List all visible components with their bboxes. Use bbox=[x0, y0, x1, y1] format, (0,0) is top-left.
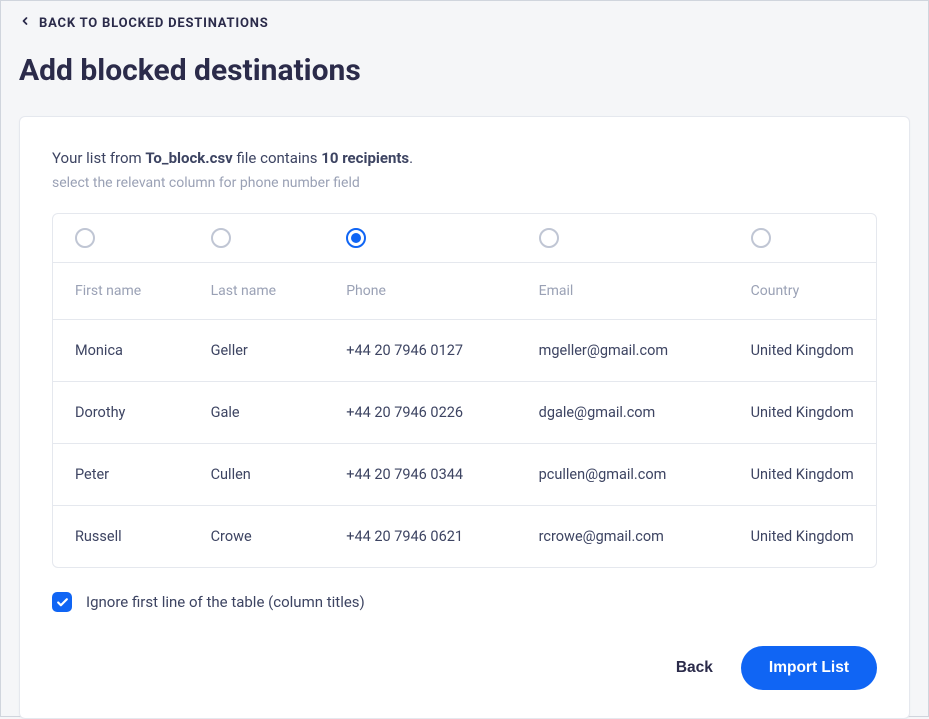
page-title: Add blocked destinations bbox=[1, 45, 928, 116]
recipient-count: 10 recipients bbox=[321, 149, 409, 167]
column-header: Email bbox=[517, 283, 729, 299]
action-buttons: Back Import List bbox=[52, 646, 877, 690]
ignore-first-line-label: Ignore first line of the table (column t… bbox=[86, 593, 365, 611]
cell-country: United Kingdom bbox=[729, 528, 876, 545]
import-list-button[interactable]: Import List bbox=[741, 646, 877, 690]
back-link-text: BACK TO BLOCKED DESTINATIONS bbox=[39, 16, 269, 31]
column-radio-phone[interactable] bbox=[346, 228, 366, 248]
back-button[interactable]: Back bbox=[676, 659, 713, 677]
ignore-first-line-checkbox[interactable] bbox=[52, 592, 72, 612]
back-to-blocked-link[interactable]: BACK TO BLOCKED DESTINATIONS bbox=[1, 1, 928, 45]
table-row: Monica Geller +44 20 7946 0127 mgeller@g… bbox=[53, 320, 876, 382]
table-header-row: First name Last name Phone Email Country bbox=[53, 263, 876, 320]
column-radio-email[interactable] bbox=[539, 228, 559, 248]
column-header: Last name bbox=[189, 283, 325, 299]
cell-phone: +44 20 7946 0621 bbox=[324, 528, 516, 545]
column-radio-country[interactable] bbox=[751, 228, 771, 248]
cell-email: mgeller@gmail.com bbox=[517, 342, 729, 359]
cell-country: United Kingdom bbox=[729, 466, 876, 483]
select-column-hint: select the relevant column for phone num… bbox=[52, 175, 877, 191]
table-row: Peter Cullen +44 20 7946 0344 pcullen@gm… bbox=[53, 444, 876, 506]
cell-firstname: Monica bbox=[53, 342, 189, 359]
import-card: Your list from To_block.csv file contain… bbox=[19, 116, 910, 719]
check-icon bbox=[56, 596, 69, 609]
table-row: Dorothy Gale +44 20 7946 0226 dgale@gmai… bbox=[53, 382, 876, 444]
cell-email: rcrowe@gmail.com bbox=[517, 528, 729, 545]
cell-lastname: Geller bbox=[189, 342, 325, 359]
radio-row bbox=[53, 214, 876, 263]
column-header: First name bbox=[53, 283, 189, 299]
chevron-left-icon bbox=[19, 15, 31, 31]
file-info-line: Your list from To_block.csv file contain… bbox=[52, 149, 877, 167]
cell-lastname: Crowe bbox=[189, 528, 325, 545]
table-row: Russell Crowe +44 20 7946 0621 rcrowe@gm… bbox=[53, 506, 876, 567]
cell-firstname: Dorothy bbox=[53, 404, 189, 421]
cell-email: pcullen@gmail.com bbox=[517, 466, 729, 483]
column-header: Country bbox=[729, 283, 876, 299]
column-mapping-table: First name Last name Phone Email Country… bbox=[52, 213, 877, 568]
cell-lastname: Gale bbox=[189, 404, 325, 421]
cell-firstname: Russell bbox=[53, 528, 189, 545]
ignore-first-line-row: Ignore first line of the table (column t… bbox=[52, 592, 877, 612]
filename: To_block.csv bbox=[145, 149, 232, 167]
cell-lastname: Cullen bbox=[189, 466, 325, 483]
cell-country: United Kingdom bbox=[729, 404, 876, 421]
column-radio-firstname[interactable] bbox=[75, 228, 95, 248]
cell-phone: +44 20 7946 0226 bbox=[324, 404, 516, 421]
cell-email: dgale@gmail.com bbox=[517, 404, 729, 421]
column-radio-lastname[interactable] bbox=[211, 228, 231, 248]
cell-phone: +44 20 7946 0127 bbox=[324, 342, 516, 359]
column-header: Phone bbox=[324, 283, 516, 299]
cell-firstname: Peter bbox=[53, 466, 189, 483]
cell-phone: +44 20 7946 0344 bbox=[324, 466, 516, 483]
cell-country: United Kingdom bbox=[729, 342, 876, 359]
